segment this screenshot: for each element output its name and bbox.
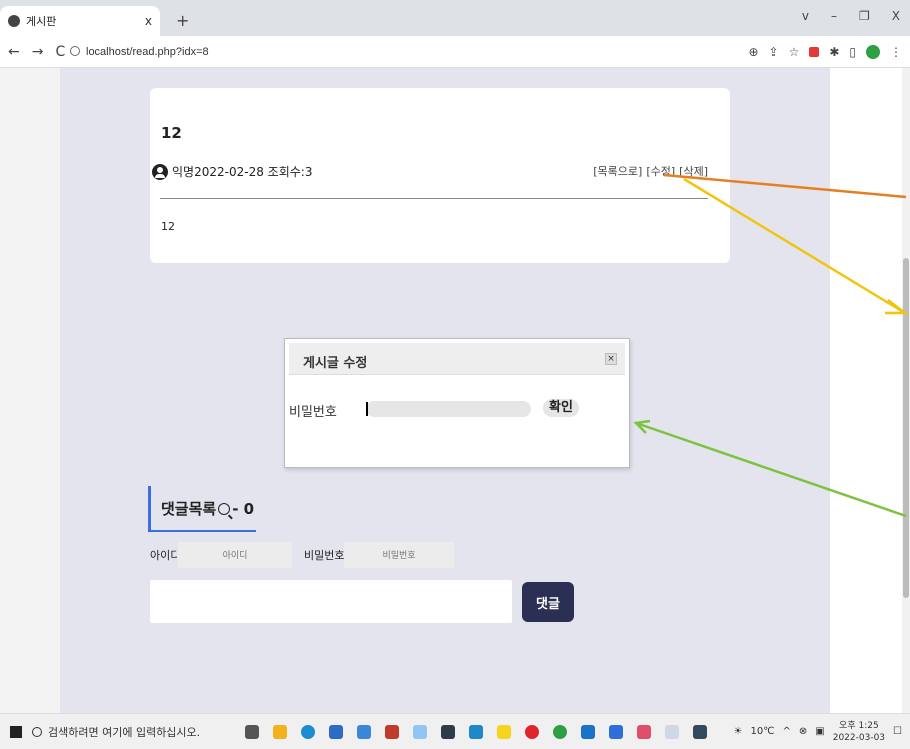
comment-password-label: 비밀번호 (304, 549, 345, 562)
extensions-puzzle-icon[interactable]: ✱ (829, 45, 839, 59)
app-icon[interactable] (609, 724, 623, 739)
chrome-icon[interactable] (553, 724, 567, 739)
comment-id-label: 아이디 (150, 549, 181, 562)
temperature: 10℃ (750, 726, 775, 737)
browser-tab[interactable]: 게시판 x (0, 6, 160, 36)
start-button[interactable] (0, 725, 32, 738)
opera-icon[interactable] (525, 724, 539, 739)
profile-avatar[interactable] (866, 44, 880, 59)
reload-icon[interactable]: C (55, 44, 65, 60)
menu-kebab-icon[interactable]: ⋮ (890, 45, 902, 59)
modal-header: 게시글 수정 × (289, 343, 625, 375)
back-icon[interactable]: ← (8, 44, 20, 60)
info-icon[interactable] (70, 45, 80, 56)
comment-heading: 댓글목록 - 0 (148, 486, 256, 532)
weather-icon[interactable]: ☀ (734, 726, 743, 737)
app-icon[interactable] (441, 724, 455, 739)
store-icon[interactable] (329, 724, 343, 739)
app-icon[interactable] (665, 724, 679, 739)
kakaotalk-icon[interactable] (497, 724, 511, 739)
close-window-button[interactable]: X (892, 9, 900, 23)
edge-icon[interactable] (301, 724, 315, 739)
comment-count: - 0 (232, 500, 255, 518)
new-tab-button[interactable]: + (176, 11, 189, 30)
search-icon (218, 503, 231, 515)
taskbar-search-text: 검색하려면 여기에 입력하십시오. (48, 725, 201, 739)
clock[interactable]: 오후 1:25 2022-03-03 (833, 720, 885, 744)
globe-icon (8, 15, 20, 27)
list-link[interactable]: [목록으로] (593, 163, 642, 179)
search-icon (32, 726, 42, 737)
nav-buttons: ← → C (0, 44, 70, 60)
vscode-icon[interactable] (581, 724, 595, 739)
comment-id-input[interactable] (178, 542, 292, 568)
windows-taskbar: 검색하려면 여기에 입력하십시오. ☀ 10℃ ^ ⊗ ▣ 오후 1:25 20… (0, 713, 910, 749)
system-tray: ☀ 10℃ ^ ⊗ ▣ 오후 1:25 2022-03-03 ☐ (734, 720, 910, 744)
post-meta: 익명 2022-02-28 조회수:3 (152, 163, 312, 180)
taskbar-apps (245, 724, 707, 739)
scrollbar-thumb[interactable] (903, 258, 909, 598)
tab-close-button[interactable]: x (145, 14, 152, 28)
app-icon[interactable] (469, 724, 483, 739)
window-controls: v – ❐ X (802, 9, 900, 23)
app-icon[interactable] (693, 724, 707, 739)
app-icon[interactable] (637, 724, 651, 739)
bookmark-star-icon[interactable]: ☆ (789, 45, 800, 59)
tab-title: 게시판 (26, 15, 57, 28)
content-area: 12 익명 2022-02-28 조회수:3 [목록으로] [수정] [삭제] 1… (60, 68, 830, 713)
browser-toolbar: ⊕ ⇪ ☆ ✱ ▯ ⋮ (748, 44, 910, 59)
post-actions: [목록으로] [수정] [삭제] (593, 163, 708, 179)
comment-submit-button[interactable]: 댓글 (522, 582, 574, 622)
browser-tabbar: 게시판 x + v – ❐ X (0, 0, 910, 36)
tab-search-button[interactable]: v (802, 9, 809, 23)
scrollbar[interactable] (902, 68, 910, 713)
user-icon (152, 163, 168, 180)
left-margin (0, 68, 60, 713)
notification-icon[interactable]: ☐ (893, 726, 902, 737)
tray-status-icon[interactable]: ⊗ (799, 726, 807, 737)
url-field[interactable]: localhost/read.php?idx=8 (70, 45, 748, 58)
modal-title: 게시글 수정 (303, 356, 368, 371)
url-text: localhost/read.php?idx=8 (86, 45, 209, 58)
minimize-button[interactable]: – (831, 9, 837, 23)
edit-post-modal: 게시글 수정 × 비밀번호 확인 (284, 338, 630, 468)
post-views: 조회수:3 (267, 165, 313, 179)
app-icon[interactable] (413, 724, 427, 739)
extension-icon[interactable] (809, 46, 820, 57)
clock-date: 2022-03-03 (832, 732, 886, 743)
app-icon[interactable] (357, 724, 371, 739)
comment-textarea[interactable] (150, 580, 512, 623)
divider (160, 198, 708, 199)
post-card: 12 익명 2022-02-28 조회수:3 [목록으로] [수정] [삭제] 1… (150, 88, 730, 263)
modal-password-input[interactable] (366, 401, 531, 417)
post-author: 익명 (172, 165, 195, 179)
taskbar-search[interactable]: 검색하려면 여기에 입력하십시오. (32, 724, 237, 740)
sidebar-icon[interactable]: ▯ (849, 45, 856, 59)
comment-password-input[interactable] (344, 542, 454, 568)
share-icon[interactable]: ⇪ (769, 45, 779, 59)
tray-chevron-icon[interactable]: ^ (782, 726, 790, 737)
post-body: 12 (161, 220, 175, 233)
modal-password-label: 비밀번호 (289, 405, 337, 420)
text-cursor (366, 402, 368, 416)
post-date: 2022-02-28 (194, 164, 264, 179)
file-explorer-icon[interactable] (273, 724, 287, 739)
windows-icon (10, 725, 22, 738)
comment-heading-label: 댓글목록 (161, 500, 217, 518)
mail-app-icon[interactable] (385, 724, 399, 739)
edit-link[interactable]: [수정] (646, 163, 675, 179)
forward-icon[interactable]: → (32, 44, 44, 60)
ime-icon[interactable]: ▣ (815, 726, 824, 737)
right-margin (830, 68, 902, 713)
address-bar: ← → C localhost/read.php?idx=8 ⊕ ⇪ ☆ ✱ ▯… (0, 36, 910, 68)
delete-link[interactable]: [삭제] (679, 163, 708, 179)
clock-time: 오후 1:25 (839, 720, 879, 731)
modal-close-button[interactable]: × (605, 353, 617, 365)
page-viewport: 12 익명 2022-02-28 조회수:3 [목록으로] [수정] [삭제] 1… (0, 68, 910, 713)
zoom-icon[interactable]: ⊕ (748, 45, 758, 59)
task-view-icon[interactable] (245, 724, 259, 739)
maximize-button[interactable]: ❐ (859, 9, 870, 23)
post-title: 12 (161, 124, 182, 142)
confirm-button[interactable]: 확인 (543, 399, 579, 417)
